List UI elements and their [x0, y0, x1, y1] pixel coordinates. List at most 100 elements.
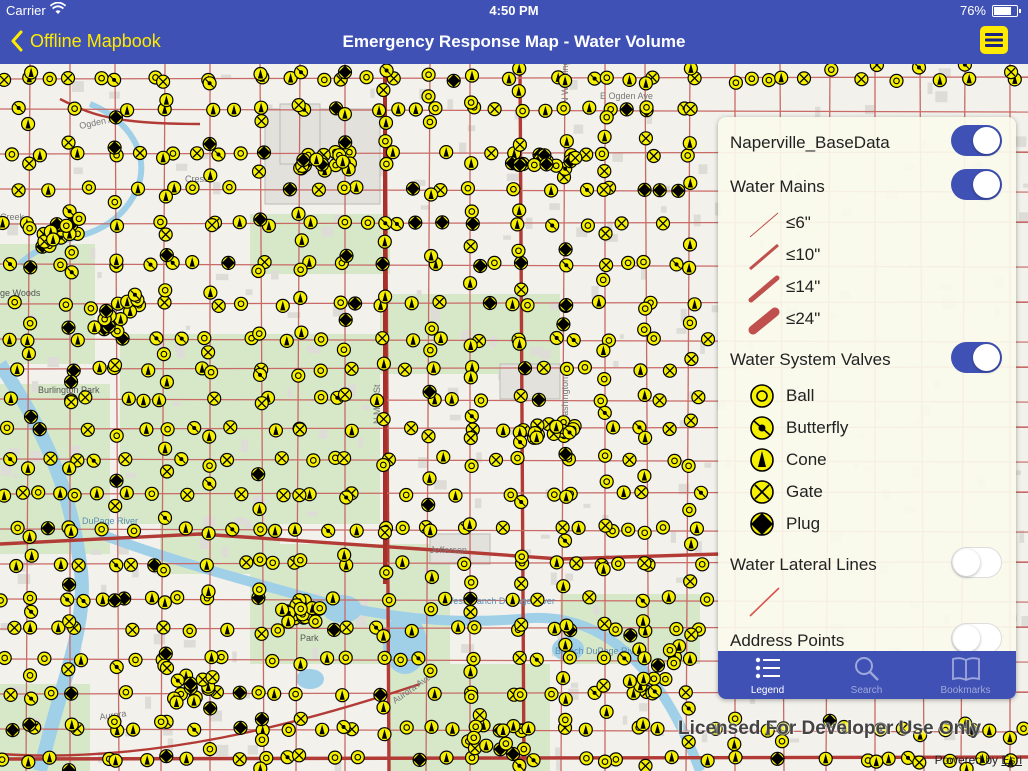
ball-valve-icon	[306, 453, 321, 468]
ball-valve-icon	[577, 360, 593, 375]
gate-valve-icon	[598, 258, 614, 273]
ball-valve-icon	[58, 297, 74, 312]
gate-valve-icon	[156, 74, 171, 89]
chevron-left-icon	[11, 30, 23, 52]
legend-symbol-plug: Plug	[748, 510, 998, 538]
cone-valve-icon	[505, 592, 520, 607]
gate-valve-icon	[512, 650, 527, 665]
layer-toggle-basedata[interactable]	[951, 125, 1002, 156]
butterfly-valve-icon	[3, 452, 18, 467]
tab-bookmarks[interactable]: Bookmarks	[916, 651, 1015, 699]
menu-button[interactable]	[980, 26, 1008, 54]
plug-valve-icon	[558, 242, 573, 257]
gate-valve-icon	[691, 390, 706, 405]
ball-valve-icon	[889, 73, 904, 88]
symbol-label: ≤10"	[786, 245, 821, 264]
building	[241, 439, 249, 453]
gate-valve-icon	[555, 520, 570, 535]
cone-valve-icon	[335, 154, 350, 169]
gate-valve-icon	[514, 617, 529, 632]
cone-valve-icon	[226, 102, 242, 117]
layer-toggle-water-valves[interactable]	[951, 342, 1002, 373]
gate-valve-icon	[530, 592, 545, 607]
ball-valve-icon	[422, 114, 437, 130]
battery-icon	[992, 5, 1021, 17]
ball-valve-icon	[514, 549, 529, 564]
gate-valve-icon	[376, 82, 391, 98]
cone-valve-icon	[682, 237, 698, 252]
cone-valve-icon	[774, 70, 789, 85]
gate-valve-icon	[7, 620, 22, 635]
cone-valve-icon	[377, 727, 392, 742]
plug-valve-icon	[99, 303, 114, 318]
gate-valve-icon	[377, 525, 392, 540]
butterfly-valve-icon	[187, 722, 202, 737]
building	[935, 91, 948, 103]
cone-valve-icon	[92, 360, 107, 375]
ball-valve-icon	[270, 623, 285, 638]
cone-valve-icon	[53, 557, 69, 572]
cone-valve-icon	[186, 693, 202, 709]
back-button[interactable]: Offline Mapbook	[10, 30, 161, 52]
tab-legend[interactable]: Legend	[718, 651, 817, 699]
legend-list[interactable]: Naperville_BaseData Water Mains ≤6" ≤10"…	[718, 117, 1016, 651]
layer-toggle-address-points[interactable]	[951, 623, 1002, 651]
ball-valve-icon	[636, 254, 651, 270]
cone-valve-icon	[1002, 730, 1018, 745]
ball-valve-icon	[107, 195, 122, 210]
ball-valve-icon	[94, 522, 109, 537]
layer-toggle-water-mains[interactable]	[951, 169, 1002, 200]
ball-valve-icon	[750, 384, 774, 408]
ball-valve-icon	[7, 295, 22, 310]
cone-valve-icon	[426, 361, 441, 376]
butterfly-valve-icon	[60, 592, 75, 607]
cone-valve-icon	[683, 536, 699, 552]
cone-valve-icon	[119, 485, 134, 500]
cone-valve-icon	[463, 338, 478, 353]
ball-valve-icon	[293, 553, 308, 568]
ball-valve-icon	[291, 368, 306, 383]
building	[571, 682, 579, 688]
plug-valve-icon	[61, 320, 76, 335]
plug-valve-icon	[513, 255, 529, 270]
building	[749, 698, 755, 704]
building	[619, 334, 624, 339]
ball-valve-icon	[313, 363, 328, 378]
layer-name: Water Lateral Lines	[730, 555, 877, 574]
cone-valve-icon	[268, 423, 283, 438]
gate-valve-icon	[463, 239, 478, 254]
cone-valve-icon	[637, 651, 652, 666]
butterfly-valve-icon	[2, 257, 18, 272]
building	[459, 142, 467, 155]
gate-valve-icon	[61, 662, 76, 677]
ball-valve-icon	[182, 623, 197, 639]
ball-valve-icon	[682, 502, 697, 518]
building	[612, 153, 623, 162]
cone-valve-icon	[203, 168, 218, 183]
plug-valve-icon	[556, 317, 571, 332]
ball-valve-icon	[4, 147, 19, 162]
gate-valve-icon	[211, 298, 226, 313]
ball-valve-icon	[559, 361, 575, 376]
butterfly-valve-icon	[378, 216, 393, 231]
gate-valve-icon	[536, 360, 551, 375]
legend-symbol-ball: Ball	[748, 382, 998, 410]
gate-valve-icon	[0, 72, 12, 87]
tab-search[interactable]: Search	[817, 651, 916, 699]
cone-valve-icon	[682, 136, 697, 151]
ball-valve-icon	[761, 73, 777, 88]
ball-valve-icon	[510, 450, 525, 466]
building	[73, 167, 83, 175]
ball-valve-icon	[252, 552, 268, 567]
plug-valve-icon	[339, 248, 354, 263]
ball-valve-icon	[202, 458, 217, 473]
layer-toggle-lateral-lines[interactable]	[951, 547, 1002, 578]
building	[357, 436, 363, 448]
line-symbol-icon	[749, 243, 779, 271]
attribution-brand: Esri	[1001, 753, 1022, 767]
gate-valve-icon	[337, 387, 353, 402]
toggle-knob	[973, 171, 1000, 198]
attribution[interactable]: Powered by Esri	[935, 753, 1022, 767]
ball-valve-icon	[308, 614, 323, 629]
plug-valve-icon	[405, 181, 421, 196]
